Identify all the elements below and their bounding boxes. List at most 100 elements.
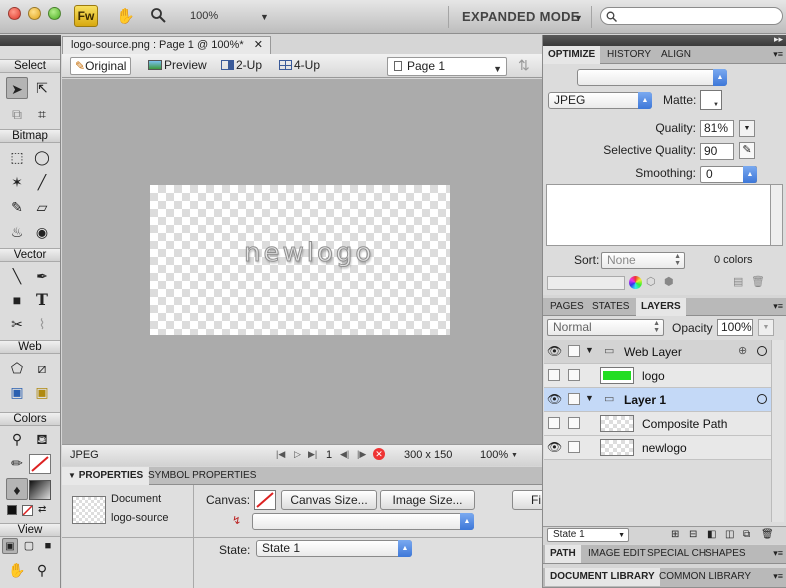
eraser-tool-icon[interactable]: ▱ bbox=[31, 196, 53, 218]
layer-target-icon[interactable] bbox=[757, 394, 767, 404]
view-preview-button[interactable]: Preview bbox=[144, 57, 211, 75]
rubber-stamp-tool-icon[interactable]: ◉ bbox=[31, 221, 53, 243]
eyedropper-tool-icon[interactable]: ⚲ bbox=[6, 428, 28, 450]
standard-screen-mode-icon[interactable]: ▣ bbox=[2, 538, 18, 554]
matte-color-swatch[interactable]: ▼ bbox=[700, 90, 722, 110]
layer-row-logo[interactable]: logo bbox=[544, 364, 771, 388]
quality-input[interactable]: 81% bbox=[700, 120, 734, 137]
show-slices-icon[interactable]: ▣ bbox=[31, 381, 53, 403]
state-select[interactable]: State 1 ▲ bbox=[256, 540, 412, 557]
zoom-chevron-icon[interactable]: ▼ bbox=[260, 12, 269, 22]
marquee-tool-icon[interactable]: ⬚ bbox=[6, 146, 28, 168]
search-field[interactable] bbox=[600, 7, 783, 25]
smoothing-select[interactable]: 0 ▲ bbox=[700, 166, 757, 183]
tab-optimize[interactable]: OPTIMIZE bbox=[543, 46, 601, 64]
lock-toggle[interactable] bbox=[568, 441, 580, 453]
layer-row-web-layer[interactable]: 👁 ▼ ▭ Web Layer ⊕ bbox=[544, 340, 771, 364]
new-sublayer-icon[interactable]: ⊞ bbox=[671, 529, 679, 540]
minimize-window-button[interactable] bbox=[28, 7, 41, 20]
tab-states[interactable]: STATES bbox=[587, 298, 634, 316]
fill-color-swatch[interactable] bbox=[29, 480, 51, 500]
delete-layer-icon[interactable]: 🗑 bbox=[761, 529, 774, 540]
tab-shapes[interactable]: SHAPES bbox=[700, 545, 751, 563]
next-frame-icon[interactable]: |▶ bbox=[357, 449, 366, 460]
visibility-eye-icon[interactable]: 👁 bbox=[547, 344, 562, 358]
mode-chevron-icon[interactable]: ▼ bbox=[574, 13, 583, 23]
visibility-eye-icon[interactable]: 👁 bbox=[547, 392, 562, 406]
layers-scrollbar[interactable] bbox=[771, 340, 784, 522]
zoom-icon[interactable] bbox=[150, 7, 166, 27]
blur-tool-icon[interactable]: ♨ bbox=[6, 221, 28, 243]
canvas-effects-icon[interactable]: ↯ bbox=[232, 514, 241, 527]
move-handle-icon[interactable]: ⊕ bbox=[738, 344, 747, 357]
tab-pages[interactable]: PAGES bbox=[545, 298, 589, 316]
color-table[interactable] bbox=[546, 184, 771, 246]
lasso-tool-icon[interactable]: ◯ bbox=[31, 146, 53, 168]
expand-triangle-icon[interactable]: ▼ bbox=[585, 393, 594, 403]
pen-tool-icon[interactable]: ✒ bbox=[31, 265, 53, 287]
pointer-tool-icon[interactable]: ➤ bbox=[6, 77, 28, 99]
add-mask-icon[interactable]: ◫ bbox=[725, 529, 734, 540]
fill-color-icon[interactable]: ♦ bbox=[6, 478, 28, 500]
stop-icon[interactable]: ✕ bbox=[373, 448, 385, 460]
visibility-eye-icon[interactable]: 👁 bbox=[547, 440, 562, 454]
blend-mode-select[interactable]: Normal ▲ ▼ bbox=[547, 319, 664, 336]
quality-slider-button[interactable]: ▼ bbox=[739, 120, 755, 137]
hand-icon[interactable]: ✋ bbox=[116, 7, 135, 25]
view-2up-button[interactable]: 2-Up bbox=[217, 57, 266, 75]
sort-select[interactable]: None ▲ ▼ bbox=[601, 252, 685, 269]
edit-selective-quality-icon[interactable]: ✎ bbox=[739, 142, 755, 159]
selective-quality-input[interactable]: 90 bbox=[700, 143, 734, 160]
new-color-icon[interactable]: ▤ bbox=[733, 275, 743, 288]
color-table-scrollbar[interactable] bbox=[771, 184, 783, 246]
new-layer-icon[interactable]: ⊟ bbox=[689, 529, 697, 540]
collapse-icon[interactable]: ▸▸ bbox=[774, 34, 783, 45]
tab-history[interactable]: HISTORY bbox=[602, 46, 656, 64]
pencil-tool-icon[interactable]: ✎ bbox=[6, 196, 28, 218]
export-format-select[interactable]: JPEG ▲ bbox=[548, 92, 652, 109]
optimize-preset-select[interactable]: ▲ bbox=[577, 69, 727, 86]
first-frame-icon[interactable]: |◀ bbox=[276, 449, 285, 460]
hand-tool-icon[interactable]: ✋ bbox=[6, 559, 28, 581]
canvas-size-button[interactable]: Canvas Size... bbox=[281, 490, 377, 510]
document-tab[interactable]: logo-source.png : Page 1 @ 100%* ✕ bbox=[62, 36, 271, 54]
zoom-window-button[interactable] bbox=[48, 7, 61, 20]
paint-bucket-tool-icon[interactable]: ⛾ bbox=[31, 428, 53, 450]
snap-color-icon[interactable]: ⬢ bbox=[664, 275, 674, 288]
opacity-slider-button[interactable]: ▼ bbox=[758, 319, 774, 336]
status-zoom-chevron-icon[interactable]: ▼ bbox=[511, 452, 518, 459]
tab-path[interactable]: PATH bbox=[545, 545, 581, 563]
default-colors-icon[interactable] bbox=[7, 505, 17, 515]
tab-common-library[interactable]: COMMON LIBRARY bbox=[654, 568, 756, 586]
hide-slices-icon[interactable]: ▣ bbox=[6, 381, 28, 403]
panel-menu-icon[interactable]: ▾≡ bbox=[773, 571, 783, 582]
expand-triangle-icon[interactable]: ▼ bbox=[585, 345, 594, 355]
subselection-tool-icon[interactable]: ⇱ bbox=[31, 77, 53, 99]
last-frame-icon[interactable]: ▶| bbox=[308, 449, 317, 460]
zoom-tool-icon[interactable]: ⚲ bbox=[31, 559, 53, 581]
swap-colors-icon[interactable]: ⇄ bbox=[38, 504, 46, 515]
close-tab-icon[interactable]: ✕ bbox=[254, 37, 263, 54]
duplicate-icon[interactable]: ⧉ bbox=[743, 529, 750, 540]
play-icon[interactable]: ▷ bbox=[294, 449, 301, 460]
logo-graphic[interactable]: newlogo bbox=[243, 238, 374, 269]
panel-menu-icon[interactable]: ▾≡ bbox=[773, 301, 783, 312]
stroke-color-icon[interactable]: ✏ bbox=[6, 452, 28, 474]
tab-image-edit[interactable]: IMAGE EDIT bbox=[583, 545, 651, 563]
maximized-screen-mode-icon[interactable]: ▢ bbox=[21, 538, 37, 554]
lock-toggle[interactable] bbox=[568, 345, 580, 357]
slice-tool-icon[interactable]: ⧄ bbox=[31, 357, 53, 379]
magic-wand-tool-icon[interactable]: ✶ bbox=[6, 171, 28, 193]
new-bitmap-image-icon[interactable]: ◧ bbox=[707, 529, 716, 540]
zoom-level-select[interactable]: 100% bbox=[190, 10, 218, 22]
tab-document-library[interactable]: DOCUMENT LIBRARY bbox=[545, 568, 660, 586]
no-stroke-fill-icon[interactable] bbox=[22, 505, 33, 516]
visibility-toggle[interactable] bbox=[548, 369, 560, 381]
view-4up-button[interactable]: 4-Up bbox=[275, 57, 324, 75]
preview-settings-icon[interactable]: ⇅ bbox=[518, 57, 530, 74]
full-screen-mode-icon[interactable]: ■ bbox=[40, 538, 56, 554]
page-select[interactable]: Page 1 ▼ bbox=[387, 57, 507, 76]
text-tool-icon[interactable]: T bbox=[31, 289, 53, 311]
panel-menu-icon[interactable]: ▾≡ bbox=[773, 548, 783, 559]
lock-toggle[interactable] bbox=[568, 417, 580, 429]
